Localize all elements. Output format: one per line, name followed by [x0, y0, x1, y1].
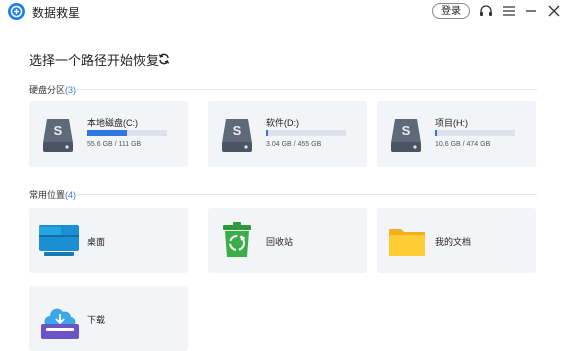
headset-icon[interactable]	[478, 3, 494, 19]
drive-usage-bar	[435, 130, 515, 136]
svg-text:S: S	[402, 123, 411, 138]
drive-size: 3.04 GB / 455 GB	[266, 141, 322, 148]
download-tray-icon	[40, 304, 80, 345]
drive-name: 软件(D:)	[266, 118, 299, 128]
drive-card-c[interactable]: S 本地磁盘(C:) 55.6 GB / 111 GB	[29, 101, 188, 167]
location-card-recycle-bin[interactable]: 回收站	[208, 208, 367, 273]
divider	[76, 194, 537, 195]
drive-usage-bar	[87, 130, 167, 136]
location-name: 下载	[87, 315, 106, 325]
hard-drive-icon: S	[221, 117, 253, 158]
drive-usage-fill	[87, 130, 127, 136]
drive-usage-fill	[266, 130, 268, 136]
hard-drive-icon: S	[390, 117, 422, 158]
close-icon[interactable]	[546, 3, 562, 19]
drive-card-d[interactable]: S 软件(D:) 3.04 GB / 455 GB	[208, 101, 367, 167]
drive-size: 10.6 GB / 474 GB	[435, 141, 491, 148]
location-card-desktop[interactable]: 桌面	[29, 208, 188, 273]
drive-usage-bar	[266, 130, 346, 136]
folder-icon	[388, 226, 426, 263]
page-title: 选择一个路径开始恢复	[29, 53, 160, 68]
minimize-icon[interactable]	[523, 3, 539, 19]
hamburger-menu-icon[interactable]	[501, 3, 517, 19]
recycle-bin-icon	[221, 222, 253, 263]
locations-section-label: 常用位置(4)	[29, 188, 76, 201]
locations-count: (4)	[65, 190, 77, 200]
location-name: 回收站	[266, 237, 294, 247]
location-name: 桌面	[87, 237, 106, 247]
refresh-icon[interactable]	[158, 52, 170, 65]
drive-size: 55.6 GB / 111 GB	[87, 141, 142, 148]
divider	[76, 89, 537, 90]
app-title: 数据救星	[32, 6, 81, 20]
disks-section-title: 硬盘分区	[29, 85, 66, 95]
login-button[interactable]: 登录	[432, 3, 470, 19]
location-card-downloads[interactable]: 下载	[29, 286, 188, 351]
drive-usage-fill	[435, 130, 437, 136]
location-card-documents[interactable]: 我的文档	[377, 208, 536, 273]
svg-text:S: S	[54, 123, 63, 138]
desktop-monitor-icon	[38, 224, 80, 263]
drive-name: 项目(H:)	[435, 118, 468, 128]
disks-section-label: 硬盘分区(3)	[29, 83, 76, 96]
hard-drive-icon: S	[42, 117, 74, 158]
drive-name: 本地磁盘(C:)	[87, 118, 138, 128]
title-bar: 数据救星 登录	[0, 0, 570, 24]
locations-section-title: 常用位置	[29, 190, 66, 200]
drive-card-h[interactable]: S 项目(H:) 10.6 GB / 474 GB	[377, 101, 536, 167]
plus-circle-icon	[8, 3, 25, 20]
location-name: 我的文档	[435, 237, 472, 247]
svg-text:S: S	[233, 123, 242, 138]
disks-count: (3)	[65, 85, 77, 95]
